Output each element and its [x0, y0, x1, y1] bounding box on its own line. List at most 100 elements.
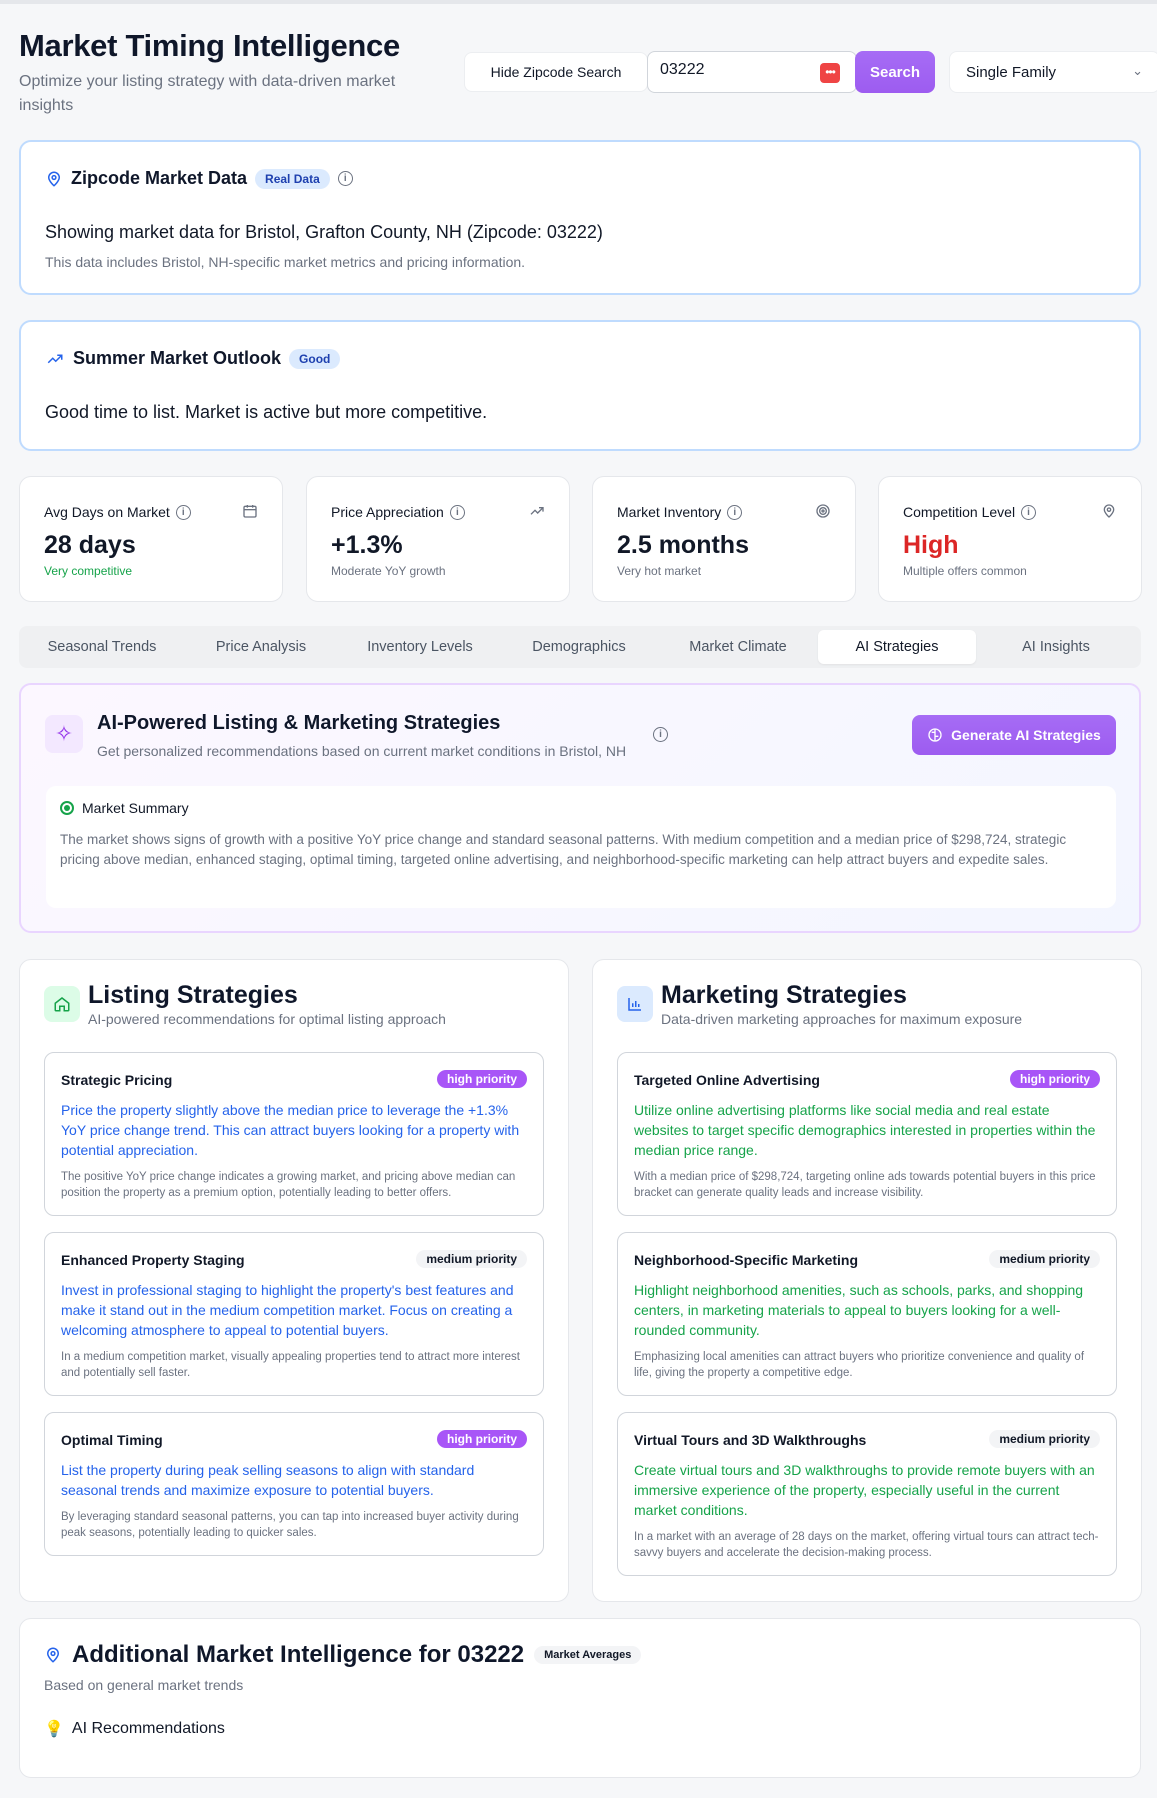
search-button[interactable]: Search: [855, 51, 935, 93]
target-icon: [816, 504, 830, 518]
generate-ai-strategies-button[interactable]: Generate AI Strategies: [912, 715, 1116, 755]
info-icon[interactable]: i: [727, 504, 743, 520]
listing-strategies-card: Listing Strategies AI-powered recommenda…: [19, 959, 569, 1602]
stat-value: 2.5 months: [617, 531, 749, 559]
page-title: Market Timing Intelligence: [19, 28, 400, 63]
priority-badge: high priority: [437, 1430, 527, 1448]
sparkles-icon: ✧: [45, 715, 83, 753]
stat-price-appreciation: Price Appreciation i +1.3% Moderate YoY g…: [306, 476, 570, 602]
market-summary-title: Market Summary: [82, 800, 189, 816]
stat-value: High: [903, 531, 959, 559]
tab-ai-insights[interactable]: AI Insights: [977, 630, 1135, 664]
bar-chart-icon: [617, 986, 653, 1022]
additional-title: Additional Market Intelligence for 03222: [72, 1641, 525, 1668]
generate-label: Generate AI Strategies: [951, 727, 1101, 743]
outlook-title: Summer Market Outlook: [73, 348, 282, 368]
priority-badge: medium priority: [416, 1250, 527, 1268]
tab-demographics[interactable]: Demographics: [500, 630, 658, 664]
stat-label: Market Inventory: [617, 504, 722, 520]
marketing-strategies-title: Marketing Strategies: [661, 981, 907, 1009]
strategy-item: Enhanced Property Staging medium priorit…: [44, 1232, 544, 1396]
strategy-item: Virtual Tours and 3D Walkthroughs medium…: [617, 1412, 1117, 1576]
stat-label: Avg Days on Market: [44, 504, 170, 520]
info-icon[interactable]: i: [449, 504, 465, 520]
strategy-note: The positive YoY price change indicates …: [61, 1171, 516, 1199]
info-icon[interactable]: i: [1021, 504, 1037, 520]
strategy-note: Emphasizing local amenities can attract …: [634, 1351, 1085, 1379]
ai-recommendations-title: AI Recommendations: [71, 1720, 225, 1737]
page-header: Market Timing Intelligence Optimize your…: [19, 24, 1157, 116]
strategy-title: Enhanced Property Staging: [61, 1252, 245, 1268]
info-icon[interactable]: i: [175, 504, 191, 520]
stat-description: Moderate YoY growth: [331, 564, 446, 578]
zipcode-location-text: Showing market data for Bristol, Grafton…: [45, 222, 603, 242]
marketing-strategies-subtitle: Data-driven marketing approaches for max…: [661, 1011, 1023, 1027]
calendar-icon: [243, 505, 257, 518]
priority-badge: medium priority: [989, 1250, 1100, 1268]
strategy-item: Strategic Pricing high priority Price th…: [44, 1052, 544, 1216]
page-subtitle: Optimize your listing strategy with data…: [19, 73, 396, 114]
ai-card-subtitle: Get personalized recommendations based o…: [97, 743, 627, 759]
strategy-note: With a median price of $298,724, targeti…: [634, 1171, 1096, 1199]
market-summary-text: The market shows signs of growth with a …: [60, 832, 1067, 867]
stat-market-inventory: Market Inventory i 2.5 months Very hot ma…: [592, 476, 856, 602]
strategy-body: List the property during peak selling se…: [61, 1462, 475, 1498]
property-type-value: Single Family: [966, 64, 1057, 81]
info-icon[interactable]: i: [337, 171, 353, 186]
info-icon[interactable]: i: [653, 727, 668, 742]
lightbulb-icon: 💡: [44, 1721, 64, 1738]
tab-ai-strategies[interactable]: AI Strategies: [818, 630, 976, 664]
strategy-note: In a market with an average of 28 days o…: [634, 1531, 1099, 1559]
location-pin-icon: [46, 1647, 60, 1663]
market-averages-badge: Market Averages: [534, 1646, 642, 1664]
stat-value: 28 days: [44, 531, 136, 559]
tab-market-climate[interactable]: Market Climate: [659, 630, 817, 664]
brain-icon: [928, 728, 942, 742]
zipcode-input[interactable]: [660, 61, 800, 79]
stat-description: Very competitive: [44, 564, 133, 578]
strategy-item: Optimal Timing high priority List the pr…: [44, 1412, 544, 1556]
stat-competition-level: Competition Level i High Multiple offers …: [878, 476, 1142, 602]
strategy-title: Neighborhood-Specific Marketing: [634, 1252, 859, 1268]
strategy-item: Neighborhood-Specific Marketing medium p…: [617, 1232, 1117, 1396]
outlook-text: Good time to list. Market is active but …: [45, 402, 488, 422]
ai-card-title: AI-Powered Listing & Marketing Strategie…: [97, 712, 501, 734]
tab-inventory-levels[interactable]: Inventory Levels: [341, 630, 499, 664]
strategy-body: Invest in professional staging to highli…: [61, 1282, 514, 1338]
tab-seasonal-trends[interactable]: Seasonal Trends: [23, 630, 181, 664]
ai-strategies-card: ✧ AI-Powered Listing & Marketing Strateg…: [19, 683, 1141, 933]
home-icon: [44, 986, 80, 1022]
chevron-down-icon: ⌄: [1132, 63, 1143, 78]
analysis-tabs: Seasonal Trends Price Analysis Inventory…: [19, 626, 1141, 668]
strategy-note: By leveraging standard seasonal patterns…: [61, 1511, 519, 1539]
strategy-body: Utilize online advertising platforms lik…: [634, 1102, 1096, 1158]
zipcode-market-data-card: Zipcode Market Data Real Data i Showing …: [19, 140, 1141, 295]
priority-badge: medium priority: [989, 1430, 1100, 1448]
strategy-title: Targeted Online Advertising: [634, 1072, 820, 1088]
marketing-strategies-card: Marketing Strategies Data-driven marketi…: [592, 959, 1142, 1602]
trend-up-icon: [530, 507, 544, 515]
stat-description: Multiple offers common: [903, 564, 1027, 578]
market-summary: Market Summary The market shows signs of…: [46, 786, 1116, 908]
location-pin-icon: [1103, 504, 1115, 518]
zipcode-field[interactable]: •••: [647, 51, 857, 93]
hide-zipcode-search-button[interactable]: Hide Zipcode Search: [464, 52, 648, 92]
property-type-select[interactable]: Single Family ⌄: [949, 51, 1157, 93]
priority-badge: high priority: [437, 1070, 527, 1088]
priority-badge: high priority: [1010, 1070, 1100, 1088]
strategy-title: Virtual Tours and 3D Walkthroughs: [634, 1432, 867, 1448]
additional-subtitle: Based on general market trends: [44, 1677, 244, 1693]
tab-price-analysis[interactable]: Price Analysis: [182, 630, 340, 664]
stat-description: Very hot market: [617, 564, 702, 578]
zipcode-description: This data includes Bristol, NH-specific …: [45, 254, 526, 270]
additional-market-intelligence-card: Additional Market Intelligence for 03222…: [19, 1618, 1141, 1778]
stat-label: Price Appreciation: [331, 504, 444, 520]
strategy-item: Targeted Online Advertising high priorit…: [617, 1052, 1117, 1216]
strategy-body: Price the property slightly above the me…: [61, 1102, 520, 1158]
password-manager-icon[interactable]: •••: [820, 63, 840, 83]
strategy-title: Optimal Timing: [61, 1432, 163, 1448]
location-pin-icon: [47, 171, 61, 187]
top-border: [0, 0, 1157, 4]
summer-outlook-card: Summer Market Outlook Good Good time to …: [19, 320, 1141, 451]
listing-strategies-subtitle: AI-powered recommendations for optimal l…: [88, 1011, 446, 1027]
